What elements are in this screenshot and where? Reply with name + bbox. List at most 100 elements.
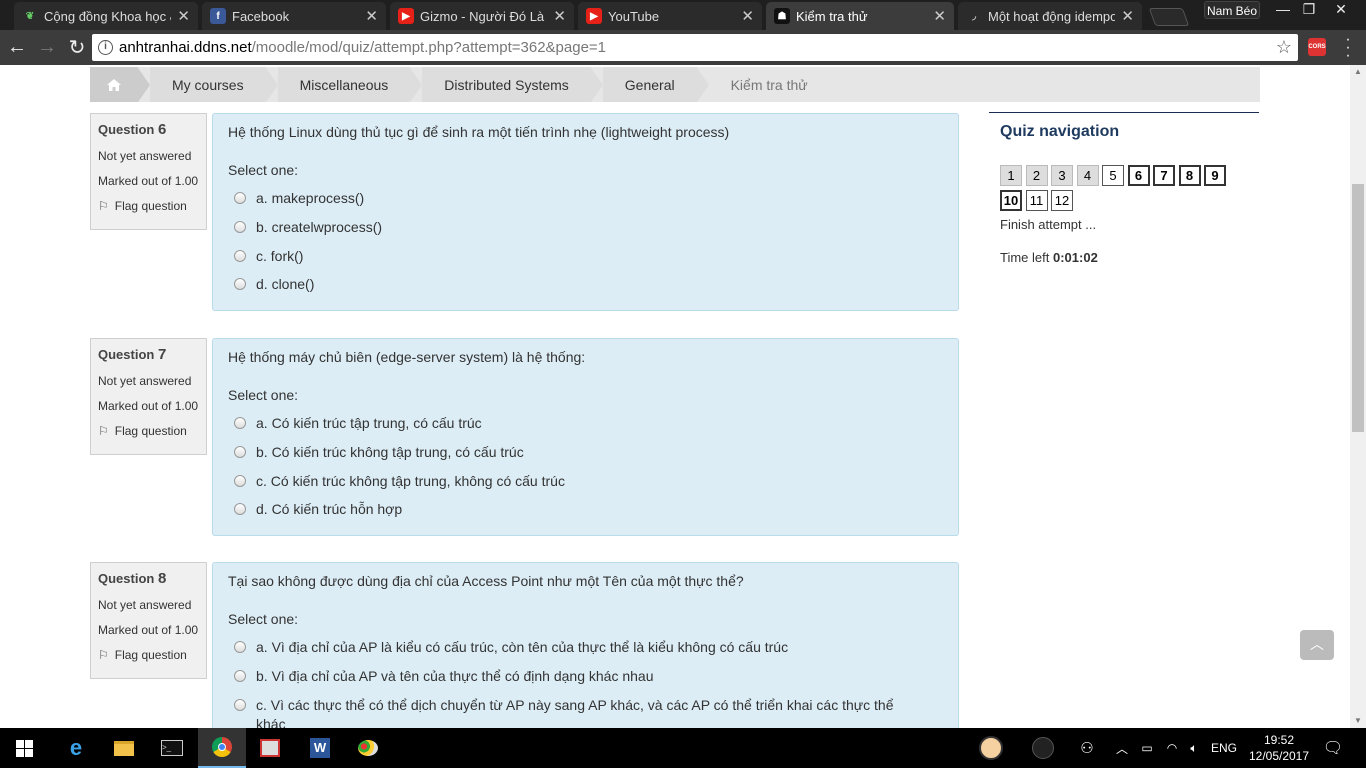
question-nav-button-current[interactable]: 9 xyxy=(1204,165,1226,186)
close-icon[interactable]: ✕ xyxy=(553,7,566,25)
answer-option[interactable]: c. Vì các thực thể có thể dịch chuyển từ… xyxy=(228,690,943,728)
answer-option[interactable]: b. createlwprocess() xyxy=(228,213,943,242)
finish-attempt-link[interactable]: Finish attempt ... xyxy=(1000,217,1248,232)
answer-option[interactable]: b. Có kiến trúc không tập trung, có cấu … xyxy=(228,438,943,467)
answer-option[interactable]: a. makeprocess() xyxy=(228,184,943,213)
option-label[interactable]: c. fork() xyxy=(256,248,303,264)
option-label[interactable]: d. Có kiến trúc hỗn hợp xyxy=(256,501,402,517)
question-nav-button[interactable]: 1 xyxy=(1000,165,1022,186)
close-icon[interactable]: ✕ xyxy=(365,7,378,25)
close-icon[interactable]: ✕ xyxy=(177,7,190,25)
option-label[interactable]: d. clone() xyxy=(256,276,314,292)
command-prompt-icon[interactable]: >_ xyxy=(148,728,196,768)
question-nav-button-current[interactable]: 6 xyxy=(1127,165,1150,186)
browser-tab[interactable]: f Facebook ✕ xyxy=(202,2,386,30)
answer-option[interactable]: b. Vì địa chỉ của AP và tên của thực thể… xyxy=(228,662,943,691)
notification-icon[interactable]: 🗨︎ xyxy=(1318,728,1348,768)
wifi-icon[interactable]: ◠ xyxy=(1162,728,1182,768)
answer-option[interactable]: a. Có kiến trúc tập trung, có cấu trúc xyxy=(228,409,943,438)
question-nav-button-current[interactable]: 7 xyxy=(1153,165,1175,186)
browser-tab[interactable]: ▶ Gizmo - Người Đó Là Ai ✕ xyxy=(390,2,574,30)
radio-button[interactable] xyxy=(234,221,246,234)
radio-button[interactable] xyxy=(234,641,246,654)
option-label[interactable]: a. Vì địa chỉ của AP là kiểu có cấu trúc… xyxy=(256,639,788,655)
snipping-tool-icon[interactable] xyxy=(246,728,294,768)
restore-icon[interactable]: ❐ xyxy=(1296,0,1322,20)
option-label[interactable]: a. Có kiến trúc tập trung, có cấu trúc xyxy=(256,415,482,431)
question-nav-button[interactable]: 4 xyxy=(1076,165,1099,186)
people-icon[interactable]: ⚇ xyxy=(1076,728,1098,768)
new-tab-button[interactable] xyxy=(1148,8,1190,26)
question-nav-button-current[interactable]: 8 xyxy=(1178,165,1201,186)
close-window-icon[interactable]: ✕ xyxy=(1328,0,1354,20)
question-nav-button[interactable]: 11 xyxy=(1025,190,1048,211)
question-nav-button[interactable]: 3 xyxy=(1051,165,1073,186)
question-nav-button[interactable]: 2 xyxy=(1025,165,1048,186)
browser-tab[interactable]: ▶ YouTube ✕ xyxy=(578,2,762,30)
option-label[interactable]: b. createlwprocess() xyxy=(256,219,382,235)
answer-option[interactable]: d. Có kiến trúc hỗn hợp xyxy=(228,495,943,524)
radio-button[interactable] xyxy=(234,446,246,459)
page-scrollbar[interactable]: ▲ ▼ xyxy=(1350,65,1366,728)
radio-button[interactable] xyxy=(234,670,246,683)
radio-button[interactable] xyxy=(234,192,246,205)
paint-icon[interactable] xyxy=(344,728,392,768)
address-bar[interactable]: i anhtranhai.ddns.net/moodle/mod/quiz/at… xyxy=(92,34,1298,61)
option-label[interactable]: a. makeprocess() xyxy=(256,190,364,206)
cors-extension-icon[interactable]: CORS xyxy=(1308,38,1326,56)
close-icon[interactable]: ✕ xyxy=(933,7,946,25)
forward-icon[interactable]: → xyxy=(34,36,60,59)
reload-icon[interactable]: ↻ xyxy=(64,35,90,60)
info-icon[interactable]: i xyxy=(98,40,113,55)
option-label[interactable]: b. Có kiến trúc không tập trung, có cấu … xyxy=(256,444,524,460)
answer-option[interactable]: a. Vì địa chỉ của AP là kiểu có cấu trúc… xyxy=(228,633,943,662)
scroll-down-arrow-icon[interactable]: ▼ xyxy=(1350,714,1366,728)
scrollbar-thumb[interactable] xyxy=(1352,184,1364,432)
breadcrumb-miscellaneous[interactable]: Miscellaneous xyxy=(277,67,411,102)
answer-option[interactable]: d. clone() xyxy=(228,270,943,299)
word-icon[interactable]: W xyxy=(296,728,344,768)
answer-option[interactable]: c. Có kiến trúc không tập trung, không c… xyxy=(228,466,943,495)
battery-icon[interactable]: ▭ xyxy=(1136,728,1158,768)
flag-question-button[interactable]: ⚐ Flag question xyxy=(98,199,199,213)
avatar-icon[interactable] xyxy=(976,728,1006,768)
back-to-top-button[interactable]: ︿ xyxy=(1300,630,1334,660)
edge-browser-icon[interactable]: e xyxy=(52,728,100,768)
radio-button[interactable] xyxy=(234,474,246,487)
breadcrumb-distributed-systems[interactable]: Distributed Systems xyxy=(422,67,591,102)
windows-start-icon[interactable] xyxy=(0,728,48,768)
bookmark-star-icon[interactable]: ☆ xyxy=(1276,37,1292,58)
clock[interactable]: 19:52 12/05/2017 xyxy=(1246,732,1312,764)
chrome-icon[interactable] xyxy=(198,728,246,768)
question-nav-button-current[interactable]: 10 xyxy=(1000,190,1022,211)
radio-button[interactable] xyxy=(234,278,246,291)
answer-option[interactable]: c. fork() xyxy=(228,241,943,270)
browser-tab[interactable]: ◞ Một hoạt động idempot ✕ xyxy=(958,2,1142,30)
breadcrumb-my-courses[interactable]: My courses xyxy=(150,67,266,102)
browser-tab[interactable]: ❦ Cộng đồng Khoa học & ✕ xyxy=(14,2,198,30)
option-label[interactable]: b. Vì địa chỉ của AP và tên của thực thể… xyxy=(256,668,654,684)
option-label[interactable]: c. Vì các thực thể có thể dịch chuyển từ… xyxy=(256,696,906,728)
minimize-icon[interactable]: — xyxy=(1270,0,1296,20)
breadcrumb-general[interactable]: General xyxy=(602,67,697,102)
profile-button[interactable]: Nam Béo xyxy=(1204,1,1260,19)
close-icon[interactable]: ✕ xyxy=(1121,7,1134,25)
language-indicator[interactable]: ENG xyxy=(1208,728,1240,768)
close-icon[interactable]: ✕ xyxy=(741,7,754,25)
radio-button[interactable] xyxy=(234,417,246,430)
menu-icon[interactable]: · · · xyxy=(1338,32,1358,64)
question-nav-button[interactable]: 5 xyxy=(1102,165,1124,186)
home-icon[interactable] xyxy=(90,67,138,102)
browser-tab-active[interactable]: ☗ Kiểm tra thử ✕ xyxy=(766,2,954,30)
chevron-up-icon[interactable]: ︿ xyxy=(1114,728,1130,768)
radio-button[interactable] xyxy=(234,503,246,516)
option-label[interactable]: c. Có kiến trúc không tập trung, không c… xyxy=(256,473,565,489)
flag-question-button[interactable]: ⚐ Flag question xyxy=(98,648,199,662)
volume-icon[interactable]: 🔈︎ xyxy=(1184,728,1204,768)
radio-button[interactable] xyxy=(234,249,246,262)
question-nav-button[interactable]: 12 xyxy=(1051,190,1073,211)
file-explorer-icon[interactable] xyxy=(100,728,148,768)
scroll-up-arrow-icon[interactable]: ▲ xyxy=(1350,65,1366,79)
hacker-icon[interactable] xyxy=(1028,728,1058,768)
flag-question-button[interactable]: ⚐ Flag question xyxy=(98,424,199,438)
